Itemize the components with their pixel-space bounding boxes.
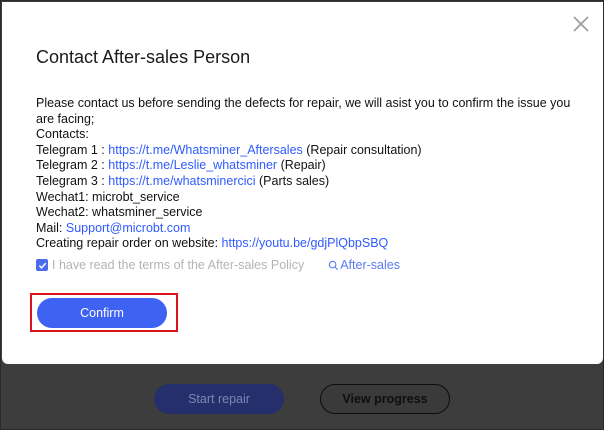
telegram-2-note: (Repair) bbox=[277, 158, 326, 173]
screen: Start repair View progress Contact After… bbox=[0, 0, 604, 430]
wechat-1-text: Wechat1: microbt_service bbox=[36, 189, 180, 204]
contact-aftersales-dialog: Contact After-sales Person Please contac… bbox=[2, 2, 603, 364]
close-icon[interactable] bbox=[570, 13, 592, 35]
telegram-3-row: Telegram 3 : https://t.me/whatsminercici… bbox=[36, 174, 584, 190]
view-progress-button[interactable]: View progress bbox=[320, 384, 450, 414]
telegram-1-row: Telegram 1 : https://t.me/Whatsminer_Aft… bbox=[36, 143, 584, 159]
mail-label: Mail: bbox=[36, 220, 66, 235]
telegram-1-note: (Repair consultation) bbox=[302, 142, 422, 157]
aftersales-policy-link-label: After-sales bbox=[340, 258, 400, 272]
intro-text-line-2: are facing; bbox=[36, 111, 95, 126]
telegram-2-link[interactable]: https://t.me/Leslie_whatsminer bbox=[108, 158, 277, 172]
telegram-1-label: Telegram 1 : bbox=[36, 142, 109, 157]
telegram-3-link[interactable]: https://t.me/whatsminercici bbox=[108, 174, 255, 188]
contacts-label: Contacts: bbox=[36, 127, 89, 142]
repair-order-label: Creating repair order on website: bbox=[36, 236, 222, 251]
confirm-button[interactable]: Confirm bbox=[37, 298, 167, 328]
mail-link[interactable]: Support@microbt.com bbox=[66, 221, 191, 235]
aftersales-policy-link[interactable]: After-sales bbox=[328, 258, 400, 272]
wechat-2-text: Wechat2: whatsminer_service bbox=[36, 205, 203, 220]
agree-terms-row: I have read the terms of the After-sales… bbox=[36, 258, 400, 272]
checkmark-icon bbox=[38, 262, 46, 269]
mail-row: Mail: Support@microbt.com bbox=[36, 221, 584, 237]
agree-terms-text: I have read the terms of the After-sales… bbox=[52, 258, 305, 272]
telegram-1-link[interactable]: https://t.me/Whatsminer_Aftersales bbox=[108, 143, 303, 157]
intro-text-line-1: Please contact us before sending the def… bbox=[36, 96, 571, 110]
telegram-2-row: Telegram 2 : https://t.me/Leslie_whatsmi… bbox=[36, 158, 584, 174]
repair-order-row: Creating repair order on website: https:… bbox=[36, 236, 584, 252]
repair-order-link[interactable]: https://youtu.be/gdjPlQbpSBQ bbox=[222, 236, 389, 250]
agree-checkbox[interactable] bbox=[36, 259, 48, 271]
start-repair-button[interactable]: Start repair bbox=[154, 384, 284, 414]
telegram-2-label: Telegram 2 : bbox=[36, 158, 109, 173]
search-icon bbox=[328, 260, 339, 270]
telegram-3-note: (Parts sales) bbox=[255, 173, 330, 188]
telegram-3-label: Telegram 3 : bbox=[36, 173, 109, 188]
dialog-title: Contact After-sales Person bbox=[36, 47, 251, 67]
contact-info: Please contact us before sending the def… bbox=[36, 96, 584, 252]
